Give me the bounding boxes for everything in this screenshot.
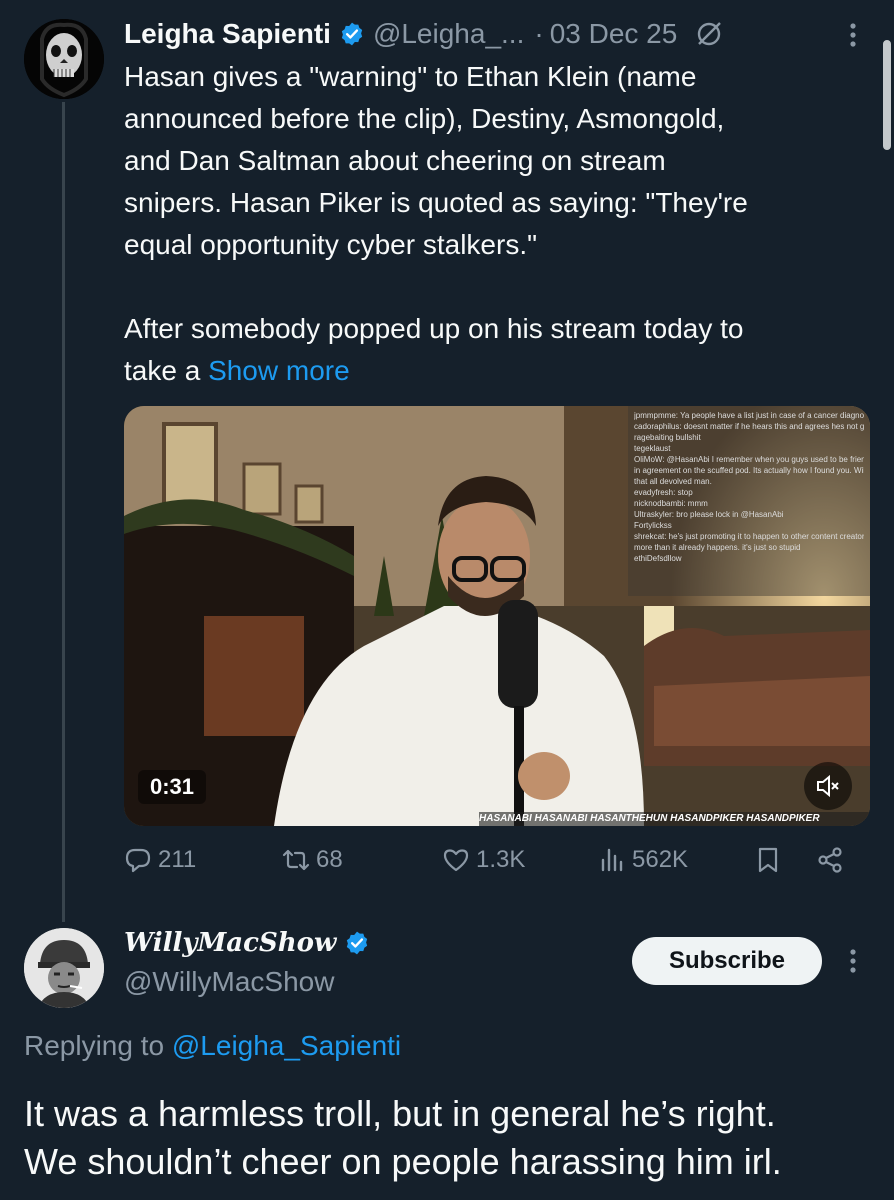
chat-line: that all devolved man. bbox=[634, 477, 712, 486]
repost-count: 68 bbox=[316, 846, 343, 873]
chat-line: in agreement on the scuffed pod. Its act… bbox=[634, 466, 864, 475]
chat-line: ethiDefsdllow bbox=[634, 554, 682, 563]
chat-line: Ultraskyler: bro please lock in @HasanAb… bbox=[634, 510, 784, 519]
replying-to-line: Replying to @Leigha_Sapienti bbox=[24, 1030, 401, 1062]
subscribe-button[interactable]: Subscribe bbox=[632, 937, 822, 985]
skull-avatar-image bbox=[24, 19, 104, 99]
separator-dot: · bbox=[534, 18, 544, 49]
tweet-text: Hasan gives a "warning" to Ethan Klein (… bbox=[124, 56, 874, 392]
chat-line: more than it already happens. it's just … bbox=[634, 543, 801, 552]
tweet-date[interactable]: 03 Dec 25 bbox=[550, 18, 678, 50]
like-count: 1.3K bbox=[476, 846, 526, 873]
show-more-link[interactable]: Show more bbox=[208, 355, 350, 386]
reply-author-handle[interactable]: @WillyMacShow bbox=[124, 966, 334, 998]
chat-line: shrekcat: he's just promoting it to happ… bbox=[634, 532, 864, 541]
reply-text-line: It was a harmless troll, but in general … bbox=[24, 1093, 776, 1134]
stream-chat-overlay: jpmmpmme: Ya people have a list just in … bbox=[628, 406, 870, 596]
reply-bubble-icon bbox=[125, 848, 151, 873]
chat-line: evadyfresh: stop bbox=[634, 488, 693, 497]
chat-line: nicknodbambi: mmm bbox=[634, 499, 708, 508]
more-options-icon[interactable] bbox=[846, 946, 860, 976]
tweet-text-line: Hasan gives a "warning" to Ethan Klein (… bbox=[124, 61, 697, 92]
reply-header: WillyMacShow bbox=[124, 928, 370, 958]
video-timestamp: 0:31 bbox=[138, 770, 207, 804]
scrollbar[interactable] bbox=[880, 0, 894, 1200]
tweet-header: Leigha Sapienti @Leigha_... · 03 Dec 25 bbox=[124, 14, 723, 54]
mute-button[interactable] bbox=[804, 762, 852, 810]
avatar-leigha[interactable] bbox=[24, 19, 104, 99]
author-name[interactable]: Leigha Sapienti bbox=[124, 18, 331, 50]
tweet-text-line-last: take a Show more bbox=[124, 350, 874, 392]
verified-badge-icon bbox=[347, 931, 368, 955]
thread-connector-line bbox=[62, 102, 65, 922]
helmet-avatar-image bbox=[24, 928, 104, 1008]
tweet-text-line: and Dan Saltman about cheering on stream bbox=[124, 145, 666, 176]
tweet-text-line: After somebody popped up on his stream t… bbox=[124, 313, 744, 344]
views-button[interactable]: 562K bbox=[598, 846, 688, 874]
more-options-icon[interactable] bbox=[846, 20, 860, 50]
chat-line: cadoraphilus: doesnt matter if he hears … bbox=[634, 422, 864, 431]
reply-count: 211 bbox=[158, 846, 197, 873]
speaker-muted-icon bbox=[817, 774, 839, 798]
replying-prefix: Replying to bbox=[24, 1030, 172, 1061]
reply-author-name[interactable]: WillyMacShow bbox=[124, 928, 336, 958]
bookmark-icon bbox=[758, 847, 778, 873]
tweet-action-bar: 211 68 1.3K 562K bbox=[124, 846, 864, 886]
heart-icon bbox=[443, 849, 469, 872]
verified-badge-icon bbox=[341, 22, 363, 46]
chat-line: OliMoW: @HasanAbi I remember when you gu… bbox=[634, 455, 864, 464]
repost-button[interactable]: 68 bbox=[282, 846, 343, 874]
replying-to-mention[interactable]: @Leigha_Sapienti bbox=[172, 1030, 401, 1061]
view-count: 562K bbox=[632, 846, 689, 873]
scrollbar-thumb[interactable] bbox=[883, 40, 891, 150]
chat-line: Fortylickss bbox=[634, 521, 672, 530]
chat-line: ragebaiting bullshit bbox=[634, 433, 701, 442]
bookmark-button[interactable] bbox=[754, 846, 788, 874]
like-button[interactable]: 1.3K bbox=[442, 846, 525, 874]
tweet-text-line: announced before the clip), Destiny, Asm… bbox=[124, 103, 725, 134]
tweet-text-line: snipers. Hasan Piker is quoted as saying… bbox=[124, 187, 748, 218]
tweet-text-prefix: take a bbox=[124, 355, 209, 386]
tweet-text-line: equal opportunity cyber stalkers." bbox=[124, 229, 538, 260]
share-button[interactable] bbox=[816, 846, 850, 874]
stream-social-banner: HASANABI HASANABI HASANTHEHUN HASANDPIKE… bbox=[479, 812, 870, 826]
chat-line: tegeklaust bbox=[634, 444, 671, 453]
views-chart-icon bbox=[601, 848, 623, 872]
repost-icon bbox=[282, 849, 310, 871]
grok-slash-icon[interactable] bbox=[695, 20, 723, 48]
video-player[interactable]: jpmmpmme: Ya people have a list just in … bbox=[124, 406, 870, 826]
reply-text: It was a harmless troll, but in general … bbox=[24, 1090, 874, 1186]
reply-button[interactable]: 211 bbox=[124, 846, 196, 874]
avatar-willymacshow[interactable] bbox=[24, 928, 104, 1008]
reply-text-line: We shouldn’t cheer on people harassing h… bbox=[24, 1141, 782, 1182]
author-handle[interactable]: @Leigha_... bbox=[373, 18, 524, 50]
share-icon bbox=[818, 847, 842, 873]
chat-line: jpmmpmme: Ya people have a list just in … bbox=[634, 411, 864, 420]
